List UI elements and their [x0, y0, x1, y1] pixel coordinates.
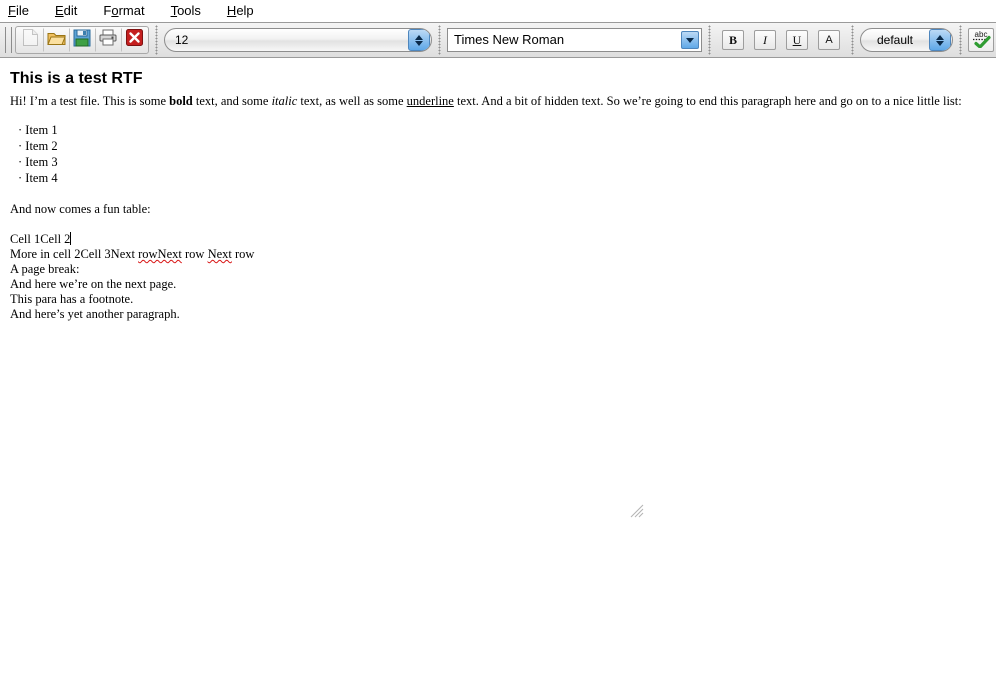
spellcheck-abc-check-icon: abc: [970, 28, 992, 53]
file-button-group: [15, 26, 149, 54]
spellcheck-button[interactable]: abc: [968, 28, 994, 52]
menu-item-help[interactable]: Help: [227, 0, 267, 22]
close-button[interactable]: [121, 28, 147, 52]
font-name-combobox[interactable]: Times New Roman: [447, 28, 702, 52]
open-folder-icon: [46, 30, 66, 51]
text-format-group: B I U A: [717, 30, 845, 50]
paragraph-style-value: default: [876, 33, 914, 47]
menu-item-format[interactable]: Format: [103, 0, 157, 22]
chevron-down-icon: [686, 37, 694, 43]
document-paragraph: And here’s yet another paragraph.: [10, 307, 180, 321]
table-row-2-text-3: row: [231, 247, 255, 261]
new-document-button[interactable]: [17, 28, 43, 52]
intro-bold-text: bold: [169, 94, 193, 108]
misspelled-word: rowNext: [138, 247, 182, 261]
document-intro-paragraph: Hi! I’m a test file. This is some bold t…: [10, 93, 986, 109]
menu-item-edit[interactable]: Edit: [55, 0, 90, 22]
printer-icon: [99, 29, 117, 51]
resize-grip[interactable]: [630, 504, 644, 518]
misspelled-word: Next: [207, 247, 232, 261]
table-row-1: Cell 1Cell 2: [10, 231, 986, 247]
document-canvas[interactable]: This is a test RTF Hi! I’m a test file. …: [0, 58, 996, 692]
document-paragraph: A page break:: [10, 262, 80, 276]
chevron-down-icon: [415, 40, 423, 46]
toolbar-drag-handle[interactable]: [5, 27, 12, 53]
new-document-icon: [22, 28, 39, 52]
menubar: File Edit Format Tools Help: [0, 0, 996, 22]
menu-item-tools[interactable]: Tools: [171, 0, 214, 22]
document-paragraph: This para has a footnote.: [10, 292, 134, 306]
document-heading: This is a test RTF: [10, 70, 143, 87]
paragraph-style-stepper[interactable]: [929, 29, 951, 51]
toolbar-separator-1: [155, 25, 158, 55]
close-x-icon: [125, 29, 143, 51]
chevron-up-icon: [936, 34, 944, 40]
main-toolbar: 12 Times New Roman B I U A default abc: [0, 22, 996, 58]
toolbar-separator-2: [438, 25, 441, 55]
font-size-stepper[interactable]: [408, 29, 430, 51]
toolbar-separator-3: [708, 25, 711, 55]
chevron-down-icon: [936, 40, 944, 46]
open-file-button[interactable]: [43, 28, 69, 52]
intro-text-4: text. And a bit of hidden text. So we’re…: [453, 94, 962, 108]
print-button[interactable]: [95, 28, 121, 52]
table-intro-paragraph: And now comes a fun table:: [10, 202, 151, 216]
table-row-2-text-1: More in cell 2Cell 3Next: [10, 247, 139, 261]
bullet-list: · Item 1 · Item 2 · Item 3 · Item 4: [18, 122, 986, 186]
list-item: · Item 1: [18, 123, 58, 137]
document-text-area[interactable]: This is a test RTF Hi! I’m a test file. …: [0, 58, 996, 322]
menu-item-file[interactable]: File: [8, 0, 42, 22]
intro-text-3: text, as well as some: [297, 94, 407, 108]
chevron-up-icon: [415, 34, 423, 40]
font-size-spinner[interactable]: 12: [164, 28, 432, 52]
font-size-value: 12: [175, 33, 189, 47]
font-name-value: Times New Roman: [454, 32, 565, 47]
underline-button[interactable]: U: [786, 30, 808, 50]
svg-text:abc: abc: [975, 30, 988, 39]
intro-text-1: Hi! I’m a test file. This is some: [10, 94, 170, 108]
table-row-2-text-2: row: [181, 247, 208, 261]
intro-underline-text: underline: [406, 94, 454, 108]
intro-text-2: text, and some: [192, 94, 272, 108]
toolbar-separator-4: [851, 25, 854, 55]
table-row-2: More in cell 2Cell 3Next rowNext row Nex…: [10, 247, 986, 262]
list-item: · Item 4: [18, 171, 58, 185]
bold-button[interactable]: B: [722, 30, 744, 50]
font-effect-button[interactable]: A: [818, 30, 840, 50]
italic-button[interactable]: I: [754, 30, 776, 50]
save-floppy-icon: [73, 29, 91, 52]
document-paragraph: And here we’re on the next page.: [10, 277, 177, 291]
intro-italic-text: italic: [271, 94, 298, 108]
save-button[interactable]: [69, 28, 95, 52]
text-cursor: [70, 232, 72, 245]
toolbar-separator-5: [959, 25, 962, 55]
list-item: · Item 2: [18, 139, 58, 153]
list-item: · Item 3: [18, 155, 58, 169]
table-row-1-text: Cell 1Cell 2: [10, 232, 71, 246]
font-name-dropdown-button[interactable]: [681, 31, 699, 49]
paragraph-style-spinner[interactable]: default: [860, 28, 953, 52]
